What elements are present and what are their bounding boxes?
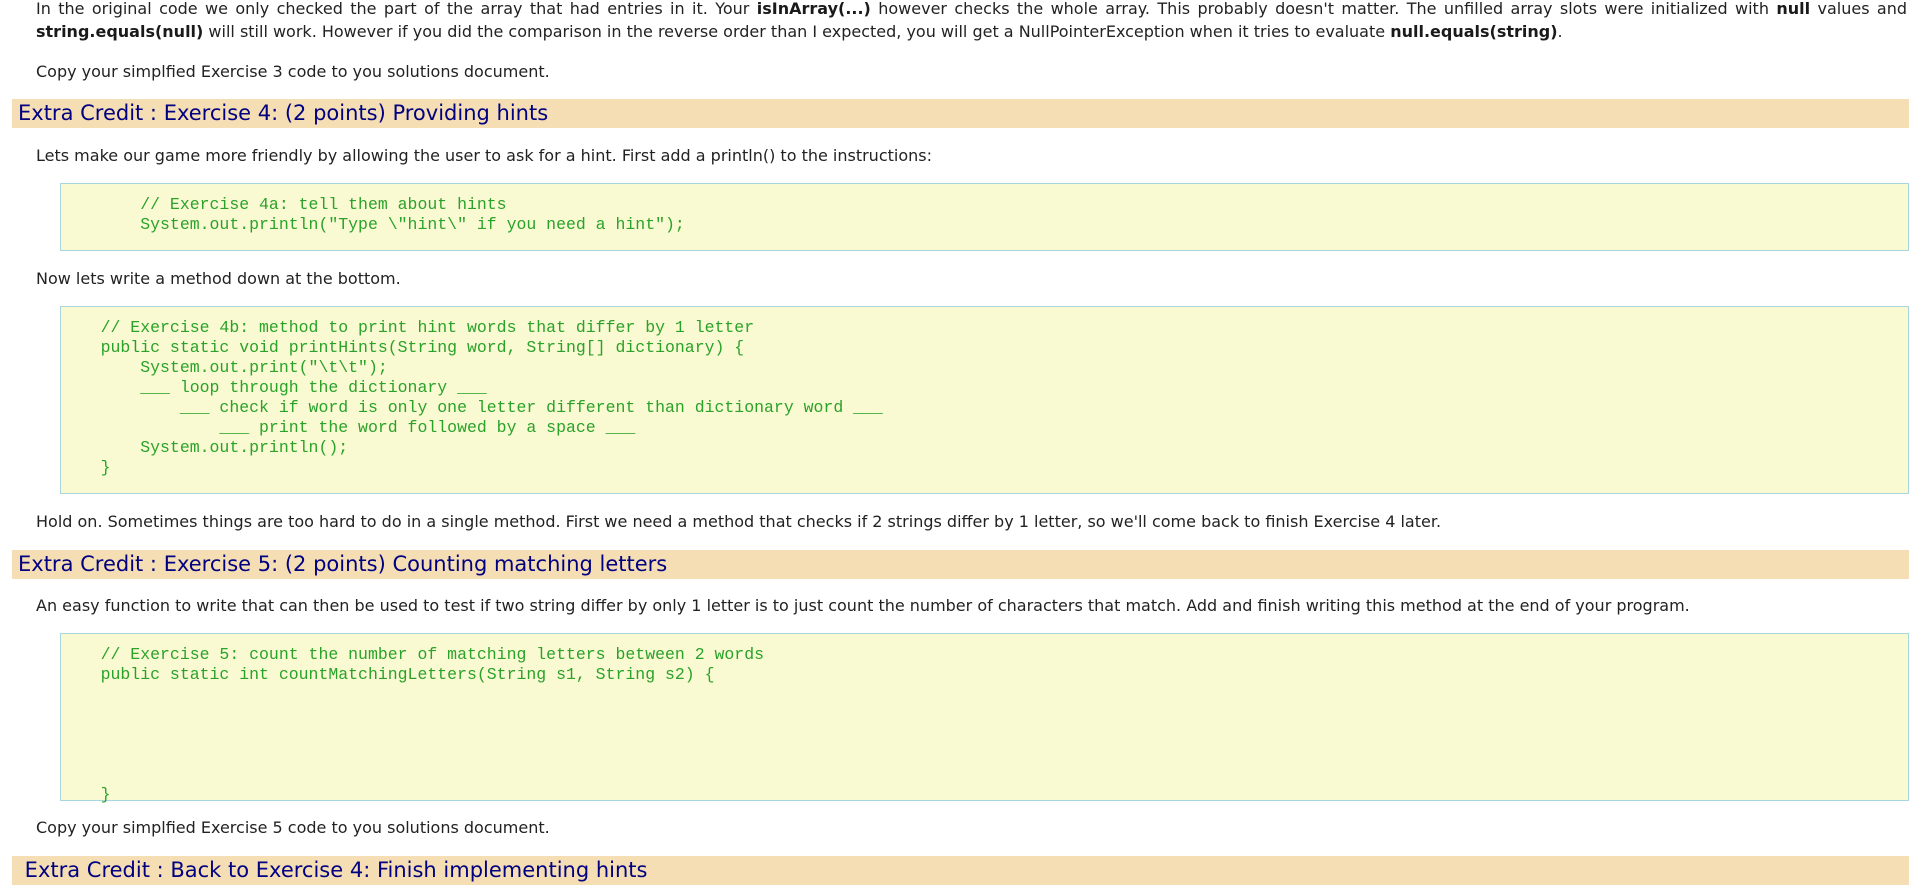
- intro-bold-null-equals-string: null.equals(string): [1390, 22, 1558, 41]
- intro-bold-string-equals-null: string.equals(null): [36, 22, 204, 41]
- intro-text-2: however checks the whole array. This pro…: [870, 0, 1777, 18]
- exercise5-code: // Exercise 5: count the number of match…: [100, 645, 765, 804]
- intro-text-1: In the original code we only checked the…: [36, 0, 757, 18]
- copy-exercise5-paragraph: Copy your simplfied Exercise 5 code to y…: [36, 818, 550, 837]
- exercise4-method-paragraph: Now lets write a method down at the bott…: [36, 269, 401, 288]
- document-page: In the original code we only checked the…: [0, 0, 1919, 893]
- intro-bold-isinarray: isInArray(...): [756, 0, 871, 18]
- exercise5-intro-paragraph: An easy function to write that can then …: [36, 596, 1690, 615]
- exercise5-heading: Extra Credit : Exercise 5: (2 points) Co…: [12, 550, 1909, 579]
- back-to-exercise4-heading: Extra Credit : Back to Exercise 4: Finis…: [12, 856, 1909, 885]
- exercise4-hold-on-paragraph: Hold on. Sometimes things are too hard t…: [36, 512, 1442, 531]
- exercise4-heading: Extra Credit : Exercise 4: (2 points) Pr…: [12, 99, 1909, 128]
- exercise4b-code-block: // Exercise 4b: method to print hint wor…: [60, 306, 1909, 494]
- exercise4b-code: // Exercise 4b: method to print hint wor…: [100, 318, 883, 477]
- intro-paragraph: In the original code we only checked the…: [36, 0, 1907, 43]
- exercise4-intro-paragraph: Lets make our game more friendly by allo…: [36, 146, 932, 165]
- intro-text-5: .: [1557, 22, 1563, 41]
- intro-text-3: values and: [1810, 0, 1908, 18]
- intro-text-4: will still work. However if you did the …: [203, 22, 1391, 41]
- exercise4a-code-block: // Exercise 4a: tell them about hints Sy…: [60, 183, 1909, 251]
- exercise4a-code: // Exercise 4a: tell them about hints Sy…: [140, 195, 685, 234]
- exercise5-code-block: // Exercise 5: count the number of match…: [60, 633, 1909, 804]
- intro-bold-null: null: [1776, 0, 1811, 18]
- copy-exercise3-paragraph: Copy your simplfied Exercise 3 code to y…: [36, 62, 550, 81]
